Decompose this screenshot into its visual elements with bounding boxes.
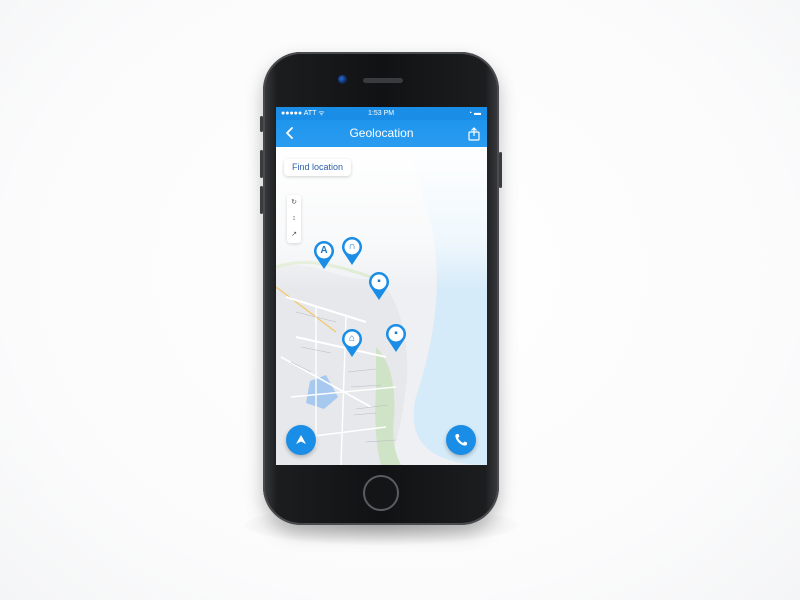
power-button [499,152,502,188]
directions-button[interactable] [286,425,316,455]
volume-down-button [260,186,263,214]
map-background [276,147,487,465]
phone-icon [455,434,467,446]
map-view[interactable]: Find location ↻ ↕ ↗ A ∩ ▪ ⌂ ▪ [276,147,487,465]
navigation-bar: Geolocation [276,120,487,147]
share-icon [468,127,480,141]
pin-label: A [320,245,328,256]
back-button[interactable] [281,124,299,142]
map-pin-c[interactable]: ▪ [368,271,390,301]
pin-label: ⌂ [348,333,356,344]
map-pin-b[interactable]: ∩ [341,236,363,266]
status-time: 1:53 PM [368,110,395,117]
pin-label: ∩ [348,241,356,252]
stage: ●●●●● ATT ᯤ 1:53 PM ◔ ▬ Geolocation Find… [0,0,800,600]
status-bar: ●●●●● ATT ᯤ 1:53 PM ◔ ▬ [276,107,487,120]
front-camera [338,75,347,84]
map-pin-a[interactable]: A [313,240,335,270]
earpiece-speaker [363,78,403,83]
home-button[interactable] [363,475,399,511]
pin-label: ▪ [394,328,398,339]
carrier-signal: ●●●●● ATT ᯤ [281,110,325,117]
pin-label: ▪ [377,276,381,287]
call-button[interactable] [446,425,476,455]
map-pin-d[interactable]: ⌂ [341,328,363,358]
mute-switch [260,116,263,132]
map-control-toggle[interactable]: ↕ [287,211,301,227]
share-button[interactable] [466,126,482,142]
map-pin-e[interactable]: ▪ [385,323,407,353]
map-control-locate[interactable]: ↗ [287,227,301,243]
volume-up-button [260,150,263,178]
phone-device: ●●●●● ATT ᯤ 1:53 PM ◔ ▬ Geolocation Find… [260,52,502,525]
phone-screen: ●●●●● ATT ᯤ 1:53 PM ◔ ▬ Geolocation Find… [276,107,487,465]
map-control-refresh[interactable]: ↻ [287,195,301,211]
location-search-chip[interactable]: Find location [284,159,352,176]
map-controls: ↻ ↕ ↗ [287,195,301,243]
page-title: Geolocation [349,126,414,140]
chevron-left-icon [286,127,293,139]
arrow-icon [296,435,306,444]
battery-indicator: ◔ ▬ [467,110,481,117]
